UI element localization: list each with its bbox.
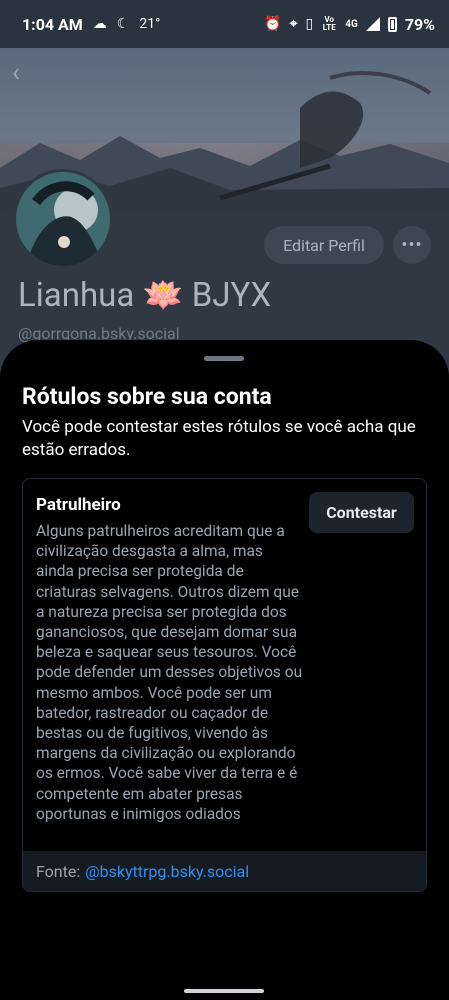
moon-icon: ☾ — [116, 16, 130, 32]
back-arrow-icon[interactable]: ‹ — [12, 58, 20, 88]
source-link[interactable]: @bskyttrpg.bsky.social — [85, 862, 249, 881]
weather-icon: ☁ — [92, 16, 107, 32]
status-bar: 1:04 AM ☁ ☾ 21° ⏰ ⌖ ▯ Vo LTE 4G 79% — [0, 0, 449, 48]
label-source-footer: Fonte: @bskyttrpg.bsky.social — [23, 851, 426, 891]
temperature: 21° — [139, 16, 161, 32]
location-icon: ⌖ — [289, 16, 298, 32]
contest-button[interactable]: Contestar — [309, 492, 414, 533]
labels-bottom-sheet: Rótulos sobre sua conta Você pode contes… — [0, 340, 449, 1000]
source-prefix: Fonte: — [36, 861, 81, 881]
sheet-drag-handle[interactable] — [204, 356, 244, 361]
label-card: Patrulheiro Alguns patrulheiros acredita… — [22, 478, 427, 892]
vibrate-icon: ▯ — [305, 16, 314, 32]
label-description: Alguns patrulheiros acreditam que a civi… — [36, 522, 303, 823]
network-type: 4G — [345, 18, 358, 30]
more-options-button[interactable]: ••• — [393, 226, 431, 264]
label-name: Patrulheiro — [36, 495, 121, 515]
volte-indicator: Vo LTE — [322, 15, 336, 32]
status-time: 1:04 AM — [22, 14, 83, 34]
sheet-title: Rótulos sobre sua conta — [22, 383, 272, 410]
battery-icon — [387, 16, 397, 32]
signal-icon — [365, 17, 380, 31]
sheet-description: Você pode contestar estes rótulos se voc… — [22, 417, 416, 460]
gesture-nav-bar[interactable] — [184, 989, 264, 993]
avatar[interactable] — [13, 169, 113, 269]
alarm-icon: ⏰ — [264, 16, 282, 32]
display-name: Lianhua 🪷 BJYX — [18, 276, 272, 315]
edit-profile-button[interactable]: Editar Perfil — [264, 226, 384, 264]
battery-level: 79% — [404, 14, 435, 34]
